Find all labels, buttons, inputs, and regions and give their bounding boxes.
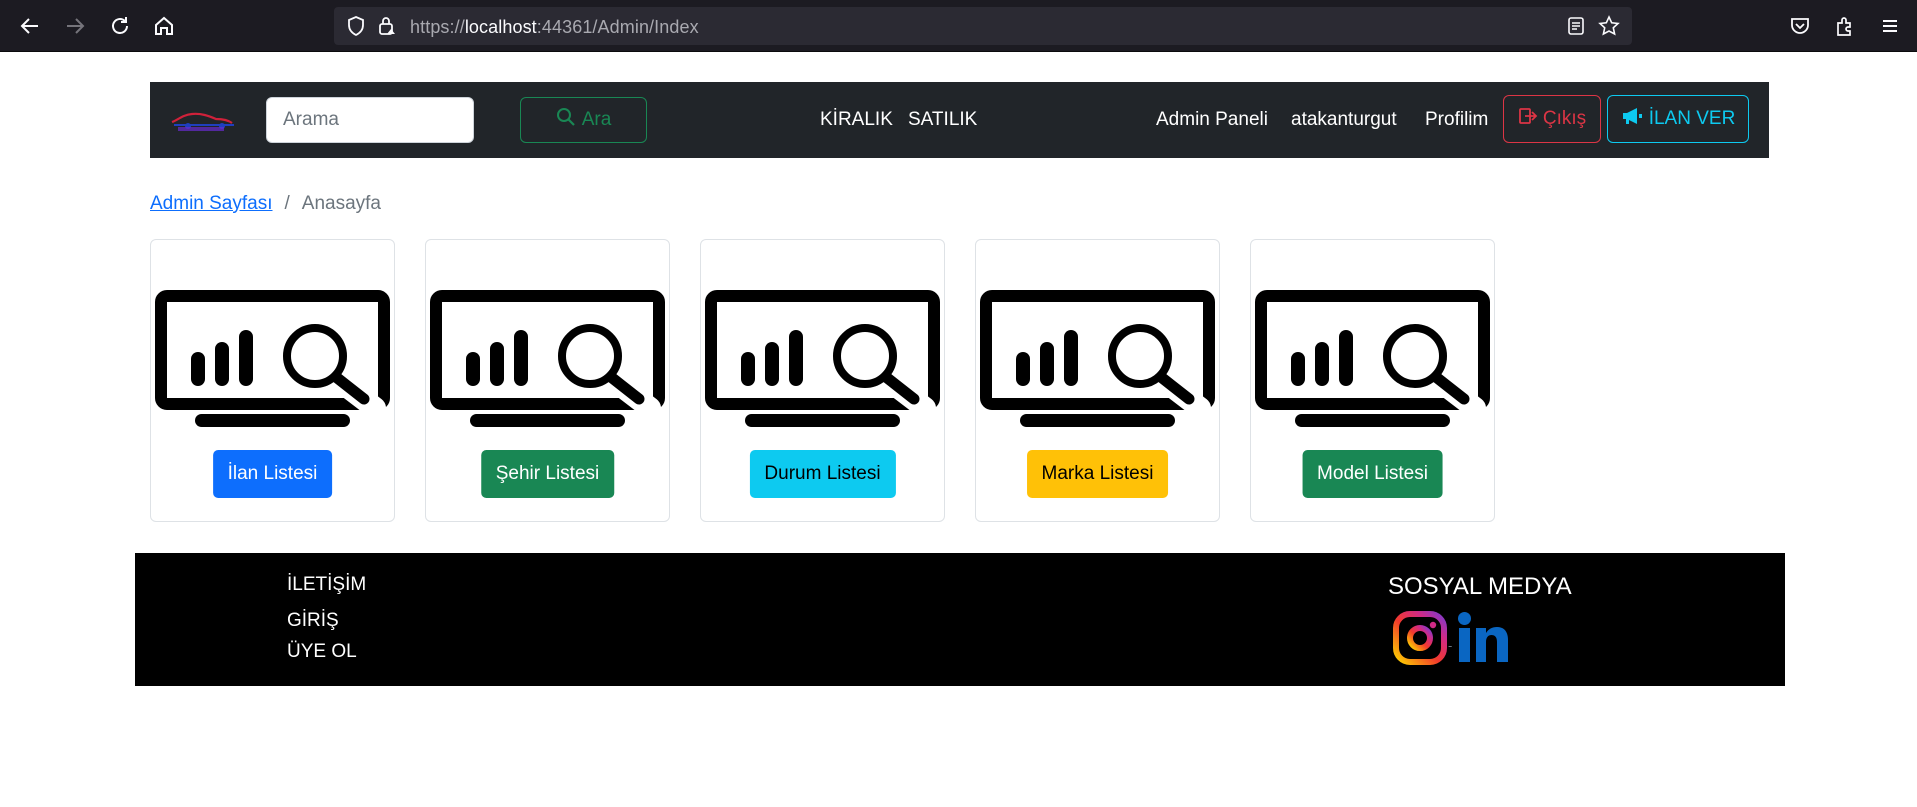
marka-listesi-button[interactable]: Marka Listesi bbox=[1026, 450, 1169, 498]
ilan-ver-label: İLAN VER bbox=[1648, 108, 1736, 129]
sehir-listesi-label: Şehir Listesi bbox=[495, 463, 600, 484]
nav-link-profilim[interactable]: Profilim bbox=[1425, 109, 1488, 131]
footer: İLETİŞİM GİRİŞ ÜYE OL SOSYAL MEDYA - bbox=[135, 553, 1785, 686]
ilan-listesi-button[interactable]: İlan Listesi bbox=[212, 450, 333, 498]
home-icon[interactable] bbox=[146, 8, 182, 44]
reader-view-icon[interactable] bbox=[1566, 16, 1586, 40]
menu-icon[interactable] bbox=[1872, 8, 1908, 44]
megaphone-icon bbox=[1621, 106, 1643, 132]
durum-listesi-button[interactable]: Durum Listesi bbox=[749, 450, 896, 498]
extensions-icon[interactable] bbox=[1827, 8, 1863, 44]
footer-link-giris[interactable]: GİRİŞ bbox=[287, 610, 339, 632]
monitor-analytics-icon bbox=[705, 290, 940, 427]
bookmark-star-icon[interactable] bbox=[1598, 15, 1620, 41]
card-durum-listesi: Durum Listesi bbox=[700, 239, 945, 522]
back-icon[interactable] bbox=[12, 8, 48, 44]
search-input[interactable] bbox=[266, 97, 474, 143]
marka-listesi-label: Marka Listesi bbox=[1041, 463, 1154, 484]
instagram-icon[interactable] bbox=[1393, 611, 1447, 669]
footer-link-iletisim[interactable]: İLETİŞİM bbox=[287, 574, 366, 596]
ilan-listesi-label: İlan Listesi bbox=[227, 463, 318, 484]
durum-listesi-label: Durum Listesi bbox=[764, 463, 881, 484]
monitor-analytics-icon bbox=[1255, 290, 1490, 427]
lock-icon[interactable] bbox=[376, 15, 398, 41]
model-listesi-button[interactable]: Model Listesi bbox=[1302, 450, 1443, 498]
breadcrumb-root-link[interactable]: Admin Sayfası bbox=[150, 193, 273, 215]
nav-link-satilik[interactable]: SATILIK bbox=[908, 109, 977, 131]
card-model-listesi: Model Listesi bbox=[1250, 239, 1495, 522]
breadcrumb: Admin Sayfası / Anasayfa bbox=[150, 193, 381, 215]
logout-label: Çıkış bbox=[1542, 108, 1587, 129]
social-media-heading: SOSYAL MEDYA bbox=[1388, 573, 1572, 600]
ilan-ver-button[interactable]: İLAN VER bbox=[1607, 95, 1749, 143]
search-button[interactable]: Ara bbox=[520, 97, 647, 143]
address-bar[interactable]: https://localhost:44361/Admin/Index bbox=[334, 7, 1632, 45]
search-button-label: Ara bbox=[581, 109, 612, 130]
breadcrumb-current: Anasayfa bbox=[301, 193, 382, 214]
social-separator: - bbox=[1448, 639, 1453, 653]
sehir-listesi-button[interactable]: Şehir Listesi bbox=[480, 450, 615, 498]
url-text: https://localhost:44361/Admin/Index bbox=[410, 17, 699, 37]
card-sehir-listesi: Şehir Listesi bbox=[425, 239, 670, 522]
linkedin-icon[interactable] bbox=[1456, 611, 1510, 669]
card-marka-listesi: Marka Listesi bbox=[975, 239, 1220, 522]
monitor-analytics-icon bbox=[430, 290, 665, 427]
card-ilan-listesi: İlan Listesi bbox=[150, 239, 395, 522]
nav-link-admin-paneli[interactable]: Admin Paneli bbox=[1156, 109, 1268, 131]
nav-link-username[interactable]: atakanturgut bbox=[1291, 109, 1397, 131]
footer-link-uye-ol[interactable]: ÜYE OL bbox=[287, 641, 357, 663]
monitor-analytics-icon bbox=[155, 290, 390, 427]
reload-icon[interactable] bbox=[102, 8, 138, 44]
search-icon bbox=[556, 107, 576, 133]
forward-icon[interactable] bbox=[57, 8, 93, 44]
company-logo[interactable] bbox=[168, 104, 240, 134]
nav-link-kiralik[interactable]: KİRALIK bbox=[820, 109, 893, 131]
model-listesi-label: Model Listesi bbox=[1317, 463, 1428, 484]
browser-toolbar: https://localhost:44361/Admin/Index bbox=[0, 0, 1917, 52]
pocket-icon[interactable] bbox=[1782, 8, 1818, 44]
navbar: Ara KİRALIK SATILIK Admin Paneli atakant… bbox=[150, 82, 1769, 158]
monitor-analytics-icon bbox=[980, 290, 1215, 427]
sign-out-icon bbox=[1518, 106, 1538, 132]
logout-button[interactable]: Çıkış bbox=[1503, 95, 1601, 143]
shield-icon[interactable] bbox=[346, 16, 366, 40]
breadcrumb-separator: / bbox=[284, 193, 290, 214]
